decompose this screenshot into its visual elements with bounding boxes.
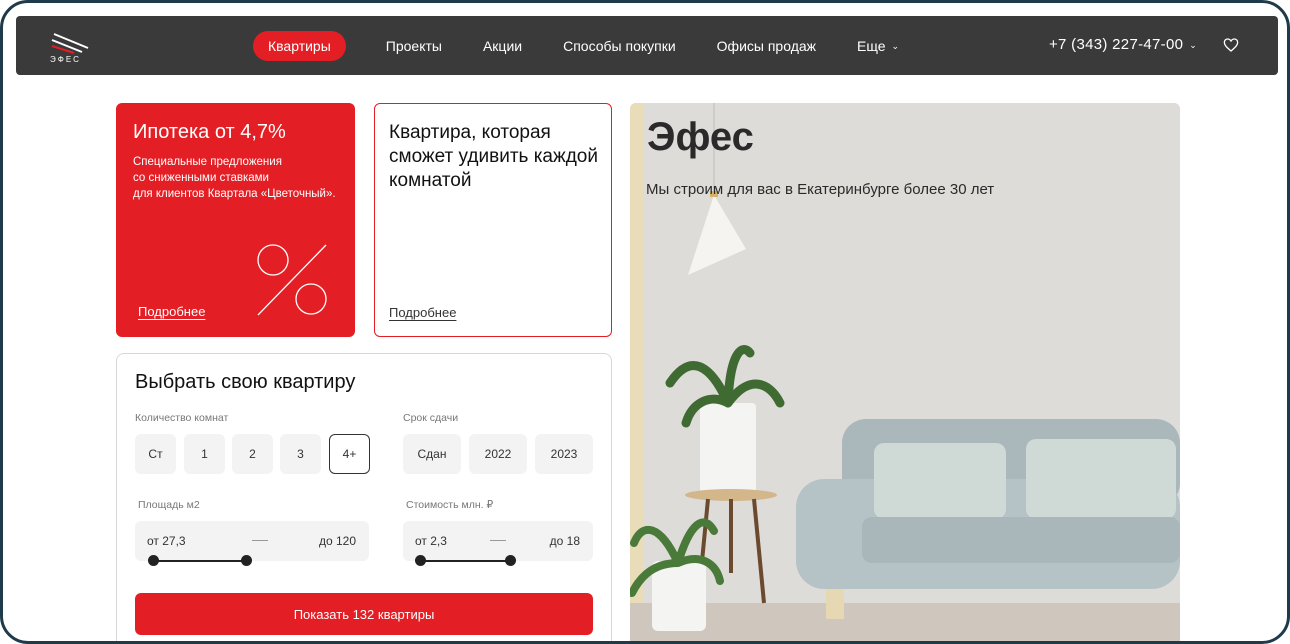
price-slider-track	[415, 555, 516, 566]
promo-line: для клиентов Квартала «Цветочный».	[133, 188, 336, 200]
promo-more-link[interactable]: Подробнее	[138, 304, 205, 319]
price-from-value: от 2,3	[415, 534, 447, 548]
chevron-down-icon: ⌄	[891, 41, 900, 52]
promo-line: со сниженными ставками	[133, 172, 269, 184]
price-slider-max-handle[interactable]	[505, 555, 516, 566]
promo-title: Ипотека от 4,7%	[133, 121, 286, 143]
area-from-value: от 27,3	[147, 534, 186, 548]
info-more-link[interactable]: Подробнее	[389, 305, 456, 320]
apartment-info-card[interactable]: Квартира, которая сможет удивить каждой …	[374, 103, 612, 337]
rooms-option-studio[interactable]: Ст	[135, 434, 176, 474]
nav-item-purchase-methods[interactable]: Способы покупки	[563, 38, 676, 54]
mortgage-promo-card[interactable]: Ипотека от 4,7% Специальные предложения …	[116, 103, 355, 337]
rooms-option-4-plus[interactable]: 4+	[329, 434, 370, 474]
logo-roof-icon	[51, 33, 89, 54]
rooms-option-1[interactable]: 1	[184, 434, 225, 474]
price-range-input[interactable]: от 2,3 до 18	[403, 521, 593, 561]
hero-tagline: Мы строим для вас в Екатеринбурге более …	[646, 181, 995, 198]
area-slider-max-handle[interactable]	[241, 555, 252, 566]
phone-number-text: +7 (343) 227-47-00	[1049, 36, 1184, 53]
price-slider-min-handle[interactable]	[415, 555, 426, 566]
nav-item-sales-offices[interactable]: Офисы продаж	[717, 38, 816, 54]
show-apartments-button[interactable]: Показать 132 квартиры	[135, 593, 593, 635]
price-label: Стоимость млн. ₽	[406, 499, 494, 511]
info-card-title: Квартира, которая сможет удивить каждой …	[389, 122, 598, 191]
heart-icon[interactable]	[1223, 37, 1239, 53]
rooms-option-2[interactable]: 2	[232, 434, 273, 474]
deadline-option-ready[interactable]: Сдан	[403, 434, 461, 474]
nav-item-promotions[interactable]: Акции	[483, 38, 522, 54]
phone-number[interactable]: +7 (343) 227-47-00 ⌄	[1049, 36, 1197, 53]
hero-banner: Эфес Мы строим для вас в Екатеринбурге б…	[630, 103, 1180, 641]
deadline-option-2022[interactable]: 2022	[469, 434, 527, 474]
promo-line: Специальные предложения	[133, 156, 282, 168]
company-logo[interactable]: ЭФЕС	[50, 32, 92, 64]
range-dash	[252, 540, 268, 541]
area-slider-min-handle[interactable]	[148, 555, 159, 566]
main-nav: Квартиры Проекты Акции Способы покупки О…	[253, 30, 940, 61]
area-to-value: до 120	[318, 534, 356, 548]
area-range-input[interactable]: от 27,3 до 120	[135, 521, 369, 561]
range-dash	[490, 540, 506, 541]
hero-title: Эфес	[647, 115, 754, 159]
area-label: Площадь м2	[138, 499, 200, 511]
chevron-down-icon: ⌄	[1189, 39, 1198, 50]
deadline-option-2023[interactable]: 2023	[535, 434, 593, 474]
nav-item-apartments[interactable]: Квартиры	[253, 30, 346, 61]
rooms-label: Количество комнат	[135, 412, 229, 424]
logo-text: ЭФЕС	[50, 55, 81, 64]
price-to-value: до 18	[549, 534, 580, 548]
deadline-label: Срок сдачи	[403, 412, 459, 424]
area-slider-track	[148, 555, 252, 566]
filter-title: Выбрать свою квартиру	[135, 371, 356, 393]
nav-item-projects[interactable]: Проекты	[386, 38, 442, 54]
apartment-filter-panel: Выбрать свою квартиру Количество комнат …	[116, 353, 612, 641]
browser-frame: ЭФЕС Квартиры Проекты Акции Способы поку…	[0, 0, 1290, 644]
promo-description: Специальные предложения со сниженными ст…	[133, 154, 348, 202]
rooms-option-3[interactable]: 3	[280, 434, 321, 474]
percent-icon	[257, 244, 327, 316]
nav-item-more[interactable]: Еще ⌄	[857, 38, 899, 54]
nav-item-more-label: Еще	[857, 37, 886, 54]
top-navigation-bar: ЭФЕС Квартиры Проекты Акции Способы поку…	[16, 16, 1278, 75]
